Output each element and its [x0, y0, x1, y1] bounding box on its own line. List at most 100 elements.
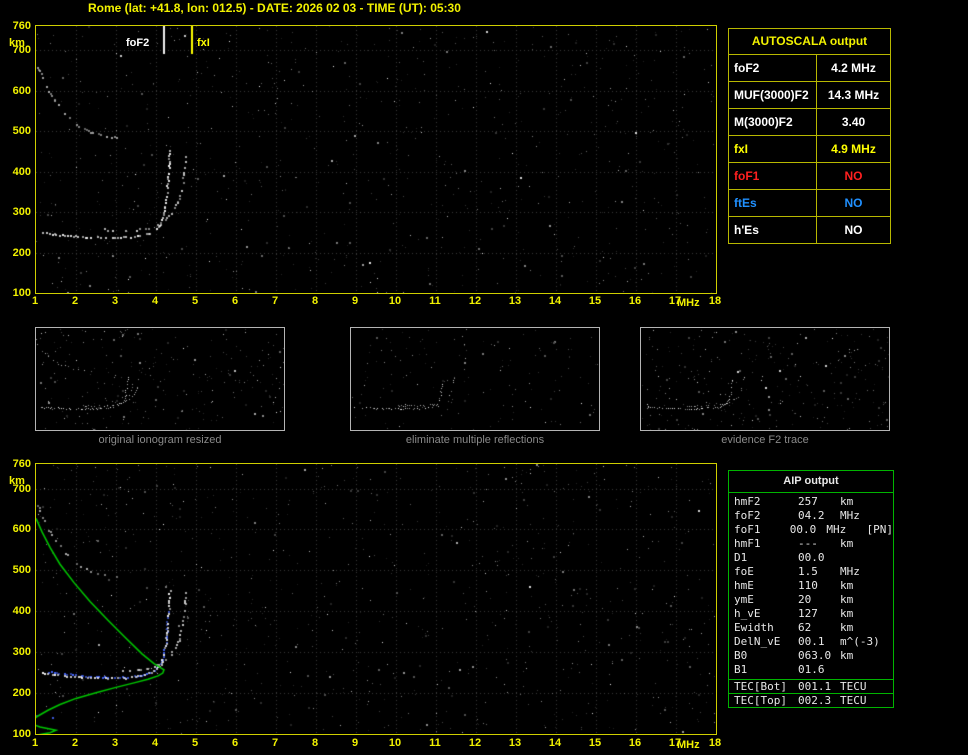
autoscala-row-value: NO: [844, 223, 863, 237]
aip-row-note: [886, 509, 893, 523]
scaled-ionogram-plot: [35, 25, 717, 294]
y-tick-label: 200: [12, 246, 31, 259]
aip-row-value: 62: [798, 621, 812, 634]
aip-table-row: hmF2 257 km: [729, 495, 893, 509]
autoscala-row-value: NO: [844, 196, 863, 210]
x-tick-label: 3: [111, 737, 119, 749]
y-tick-label: 200: [12, 687, 31, 700]
y-tick-label: 600: [12, 84, 31, 97]
aip-table-row: Ewidth 62 km: [729, 621, 893, 635]
x-tick-label: 15: [588, 737, 602, 749]
autoscala-table-row: ftEs NO: [729, 190, 890, 217]
aip-row-label: DelN_vE: [734, 635, 781, 648]
aip-row-unit: km: [840, 593, 854, 606]
aip-row-unit: km: [840, 649, 854, 662]
aip-row-value: ---: [798, 537, 818, 550]
aip-row-note: [886, 621, 893, 635]
aip-row-unit: MHz: [840, 565, 860, 578]
aip-table-row: foE 1.5 MHz: [729, 565, 893, 579]
x-tick-label: 11: [429, 737, 441, 749]
thumbnail-eliminate-reflections-canvas: [351, 328, 599, 430]
aip-row-note: [886, 649, 893, 663]
x-tick-label: 6: [231, 737, 239, 749]
aip-table-row: B1 01.6: [729, 663, 893, 677]
x-tick-label: 13: [508, 737, 522, 749]
aip-table-row: D1 00.0: [729, 551, 893, 565]
page-title: Rome (lat: +41.8, lon: 012.5) - DATE: 20…: [88, 1, 461, 15]
aip-row-value: 00.1: [798, 635, 825, 648]
aip-row-note: [PN]: [866, 523, 894, 536]
aip-row-unit: km: [840, 495, 854, 508]
autoscala-output-table: AUTOSCALA output foF2 4.2 MHz MUF(3000)F2 1…: [728, 28, 891, 244]
autoscala-table-row: foF1 NO: [729, 163, 890, 190]
autoscala-row-label: ftEs: [729, 190, 817, 216]
autoscala-row-value: 14.3 MHz: [827, 88, 880, 102]
aip-output-title: AIP output: [729, 471, 893, 493]
restored-ionogram-plot: [35, 463, 717, 735]
thumbnail-caption-evidence: evidence F2 trace: [721, 434, 809, 446]
aip-row-note: [886, 607, 893, 621]
x-tick-label: 1: [31, 737, 39, 749]
aip-row-unit: TECU: [840, 680, 867, 693]
autoscala-row-label: foF1: [729, 163, 817, 189]
aip-table-row: TEC[Bot] 001.1 TECU: [729, 680, 893, 694]
x-tick-label: 9: [351, 295, 359, 307]
x-tick-label: 6: [231, 295, 239, 307]
x-tick-label: 7: [271, 737, 279, 749]
x-tick-label: 4: [151, 737, 159, 749]
thumbnail-original-ionogram-canvas: [36, 328, 284, 430]
aip-table-row: foF2 04.2 MHz: [729, 509, 893, 523]
aip-row-value: 110: [798, 579, 818, 592]
x-tick-label: 5: [191, 295, 199, 307]
aip-row-unit: m^(-3): [840, 635, 880, 648]
aip-table-row: hmF1 --- km: [729, 537, 893, 551]
x-tick-label: 5: [191, 737, 199, 749]
y-tick-label: 500: [12, 564, 31, 577]
x-tick-label: 1: [31, 295, 39, 307]
aip-output-rows: hmF2 257 km foF2 04.2 MHz foF1 00.0 MHz [PN] hmF1-…: [729, 493, 893, 677]
autoscala-table-row: MUF(3000)F2 14.3 MHz: [729, 82, 890, 109]
autoscala-table-row: foF2 4.2 MHz: [729, 55, 890, 82]
y-axis-unit-label: km: [9, 475, 25, 487]
x-tick-label: 14: [548, 737, 562, 749]
y-tick-label: 760: [12, 458, 31, 470]
autoscala-row-value: NO: [844, 169, 863, 183]
aip-row-value: 20: [798, 593, 812, 606]
thumbnail-eliminate-reflections: [350, 327, 600, 431]
aip-row-note: [886, 694, 893, 707]
aip-table-row: h_vE 127 km: [729, 607, 893, 621]
x-tick-label: 16: [628, 295, 642, 307]
aip-row-unit: MHz: [826, 523, 847, 536]
aip-row-value: 04.2: [798, 509, 825, 522]
x-tick-label: 3: [111, 295, 119, 307]
aip-row-unit: MHz: [840, 509, 860, 522]
autoscala-output-rows: foF2 4.2 MHz MUF(3000)F2 14.3 MHz M(3000)F2 3…: [729, 55, 890, 243]
autoscala-row-label: MUF(3000)F2: [729, 82, 817, 108]
x-tick-label: 18: [708, 737, 722, 749]
aip-row-unit: [840, 551, 886, 565]
y-tick-label: 500: [12, 125, 31, 138]
autoscala-window: Rome (lat: +41.8, lon: 012.5) - DATE: 20…: [0, 0, 968, 755]
aip-row-value: 001.1: [798, 680, 832, 693]
x-tick-label: 13: [508, 295, 522, 307]
aip-row-label: foF1: [734, 523, 761, 536]
y-tick-label: 400: [12, 605, 31, 618]
aip-row-value: 01.6: [798, 663, 825, 676]
aip-row-unit: km: [840, 579, 854, 592]
thumbnail-caption-original: original ionogram resized: [98, 434, 222, 446]
x-tick-label: 15: [588, 295, 602, 307]
restored-ionogram-canvas: [36, 464, 716, 734]
aip-row-unit: TECU: [840, 694, 867, 707]
autoscala-row-label: h'Es: [729, 217, 817, 243]
x-tick-label: 10: [388, 737, 402, 749]
aip-row-note: [886, 537, 893, 551]
aip-table-row: foF1 00.0 MHz [PN]: [729, 523, 893, 537]
x-tick-label: 11: [429, 295, 441, 307]
thumbnail-original-ionogram: [35, 327, 285, 431]
autoscala-table-row: h'Es NO: [729, 217, 890, 243]
aip-row-value: 00.0: [798, 551, 825, 564]
x-tick-label: 12: [468, 295, 482, 307]
autoscala-row-value: 4.9 MHz: [831, 142, 876, 156]
aip-row-label: B1: [734, 663, 748, 676]
x-tick-label: 14: [548, 295, 562, 307]
